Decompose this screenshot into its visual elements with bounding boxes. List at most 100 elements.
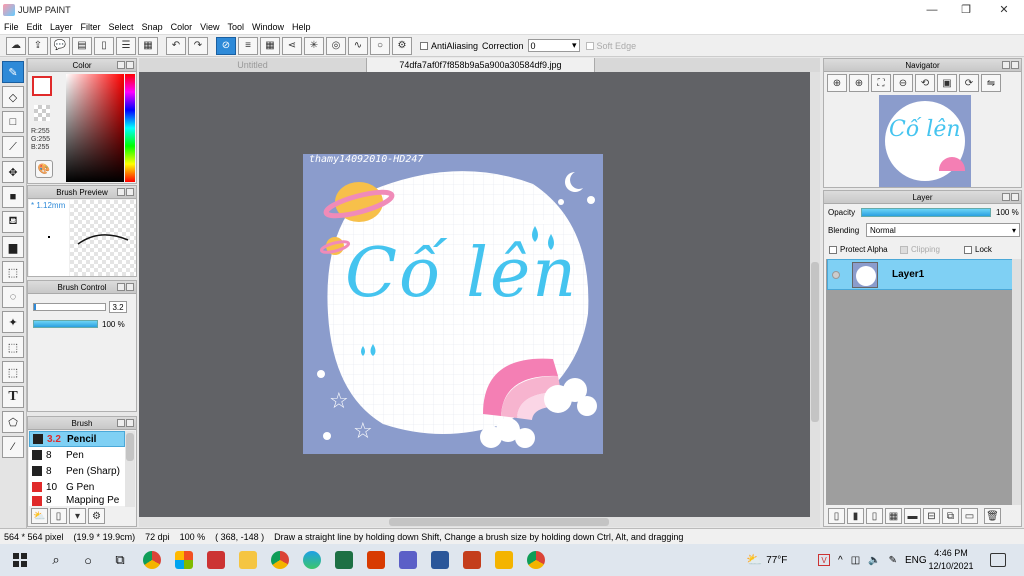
brush-tool-icon[interactable]: ✎ — [2, 61, 24, 83]
notification-icon[interactable] — [990, 553, 1006, 567]
lock-option[interactable]: Lock — [964, 245, 992, 254]
close-icon[interactable]: ✕ — [987, 0, 1021, 19]
zoom-in-icon[interactable]: ⊕ — [827, 74, 847, 92]
protect-alpha-checkbox[interactable] — [829, 245, 837, 254]
text-tool-icon[interactable]: T — [2, 386, 24, 408]
cloud-icon[interactable]: ☁ — [6, 36, 26, 55]
menu-window[interactable]: Window — [252, 22, 284, 32]
folder-icon[interactable]: ▬ — [904, 508, 921, 524]
word-icon[interactable] — [424, 544, 456, 576]
vertical-scroll-thumb[interactable] — [811, 262, 819, 422]
jump-paint-task-icon[interactable] — [520, 544, 552, 576]
volume-icon[interactable]: 🔈 — [868, 555, 880, 566]
rotate-right-icon[interactable]: ⟳ — [959, 74, 979, 92]
trash-icon[interactable]: 🗑 — [984, 508, 1001, 524]
layer-opacity-slider[interactable] — [861, 208, 991, 217]
clock[interactable]: 4:46 PM 12/10/2021 — [925, 547, 977, 573]
minimize-icon[interactable]: — — [915, 0, 949, 19]
lock-checkbox[interactable] — [964, 245, 972, 254]
eraser-tool-icon[interactable]: ◇ — [2, 86, 24, 108]
eyedropper-tool-icon[interactable]: ⁄ — [2, 436, 24, 458]
teams-icon[interactable] — [392, 544, 424, 576]
brush-menu-icon[interactable]: ▾ — [69, 508, 86, 524]
antialiasing-checkbox[interactable] — [420, 41, 428, 50]
layer-tone-icon[interactable]: ▦ — [885, 508, 902, 524]
layer-copy-icon[interactable]: ⧉ — [942, 508, 959, 524]
snap-parallel-icon[interactable]: ≡ — [238, 36, 258, 55]
canvas-vertical-scrollbar[interactable] — [810, 72, 820, 517]
list-icon[interactable]: ☰ — [116, 36, 136, 55]
microsoft-store-icon[interactable] — [168, 544, 200, 576]
brush-list-scrollbar[interactable] — [125, 431, 135, 507]
fill-rect-tool-icon[interactable]: ■ — [2, 186, 24, 208]
task-view-icon[interactable]: ⧉ — [104, 544, 136, 576]
snap-circle-icon[interactable]: ◎ — [326, 36, 346, 55]
network-icon[interactable]: ◫ — [851, 555, 860, 566]
canvas-area[interactable]: ☆ ☆ thamy14092010-HD247 Cố lên — [139, 72, 820, 517]
document-icon[interactable]: ▯ — [94, 36, 114, 55]
gradient-tool-icon[interactable]: ▆ — [2, 236, 24, 258]
dot-line-tool-icon[interactable]: ⟋ — [2, 136, 24, 158]
game-app-icon[interactable] — [200, 544, 232, 576]
artwork[interactable]: ☆ ☆ thamy14092010-HD247 Cố lên — [303, 154, 603, 454]
powerpoint-icon[interactable] — [456, 544, 488, 576]
undo-icon[interactable]: ↶ — [166, 36, 186, 55]
select-eraser-tool-icon[interactable]: ⬚ — [2, 361, 24, 383]
share-icon[interactable]: ⇪ — [28, 36, 48, 55]
palette-icon[interactable]: 🎨 — [35, 160, 53, 178]
menu-snap[interactable]: Snap — [142, 22, 163, 32]
file-explorer-icon[interactable] — [232, 544, 264, 576]
layer-more-icon[interactable]: ▭ — [961, 508, 978, 524]
brush-opacity-slider[interactable] — [33, 320, 98, 328]
excel-icon[interactable] — [328, 544, 360, 576]
snap-settings-icon[interactable]: ⚙ — [392, 36, 412, 55]
zoom-out-icon[interactable]: ⊖ — [893, 74, 913, 92]
horizontal-scroll-thumb[interactable] — [389, 518, 609, 526]
menu-file[interactable]: File — [4, 22, 19, 32]
cortana-icon[interactable]: ○ — [72, 544, 104, 576]
pen-icon[interactable]: ✎ — [889, 555, 897, 566]
bucket-tool-icon[interactable]: ⛾ — [2, 211, 24, 233]
visibility-icon[interactable] — [832, 270, 840, 279]
brush-item-pen[interactable]: 8 Pen — [29, 447, 125, 463]
lasso-fill-tool-icon[interactable]: ⬠ — [2, 411, 24, 433]
windows-start-icon[interactable] — [0, 544, 40, 576]
menu-help[interactable]: Help — [292, 22, 311, 32]
select-pen-tool-icon[interactable]: ⬚ — [2, 336, 24, 358]
menu-edit[interactable]: Edit — [27, 22, 43, 32]
menu-tool[interactable]: Tool — [227, 22, 244, 32]
export-icon[interactable]: ▦ — [138, 36, 158, 55]
layer-list-scrollbar[interactable] — [1012, 259, 1021, 505]
magic-wand-tool-icon[interactable]: ✦ — [2, 311, 24, 333]
brush-item-pencil[interactable]: 3.2 Pencil — [29, 431, 125, 447]
brush-item-mapping-pen[interactable]: 8 Mapping Pe — [29, 495, 125, 506]
protect-alpha-option[interactable]: Protect Alpha — [829, 245, 888, 254]
menu-select[interactable]: Select — [109, 22, 134, 32]
new-layer-icon[interactable]: ▯ — [828, 508, 845, 524]
redo-icon[interactable]: ↷ — [188, 36, 208, 55]
brush-size-slider[interactable] — [33, 303, 106, 311]
weather-widget[interactable]: ⛅ 77°F — [746, 544, 787, 576]
snap-grid-icon[interactable]: ▦ — [260, 36, 280, 55]
snap-radial-icon[interactable]: ✳ — [304, 36, 324, 55]
canvas-horizontal-scrollbar[interactable] — [139, 517, 820, 527]
clipping-option[interactable]: Clipping — [900, 245, 940, 254]
brush-item-pen-sharp[interactable]: 8 Pen (Sharp) — [29, 463, 125, 479]
blending-select[interactable]: Normal ▾ — [866, 223, 1020, 237]
menu-layer[interactable]: Layer — [50, 22, 73, 32]
rotate-left-icon[interactable]: ⟲ — [915, 74, 935, 92]
tab-untitled[interactable]: Untitled — [139, 58, 367, 72]
merge-layer-icon[interactable]: ⊟ — [923, 508, 940, 524]
soft-edge-checkbox[interactable] — [585, 41, 594, 50]
tab-active-document[interactable]: 74dfa7af0f7f858b9a5a900a30584df9.jpg — [367, 58, 595, 72]
antivirus-icon[interactable]: V — [818, 554, 830, 566]
new-brush-icon[interactable]: ▯ — [50, 508, 67, 524]
lasso-tool-icon[interactable]: ◌ — [2, 286, 24, 308]
edge-icon[interactable] — [296, 544, 328, 576]
brush-size-value[interactable]: 3.2 — [109, 301, 127, 313]
layer-row-layer1[interactable]: Layer1 — [827, 259, 1013, 290]
flip-icon[interactable]: ⇋ — [981, 74, 1001, 92]
correction-select[interactable]: 0 ▾ — [527, 39, 580, 52]
chrome-icon[interactable] — [136, 544, 168, 576]
menu-color[interactable]: Color — [171, 22, 193, 32]
